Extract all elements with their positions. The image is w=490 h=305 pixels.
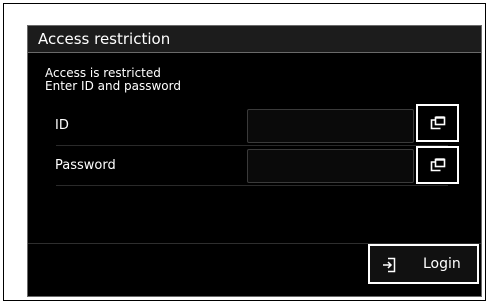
id-field[interactable]	[247, 109, 414, 143]
login-icon	[383, 257, 396, 273]
password-field[interactable]	[247, 149, 414, 183]
password-label: Password	[55, 158, 116, 173]
login-label: Login	[423, 256, 461, 272]
row-divider	[56, 145, 448, 146]
title-bar: Access restriction	[28, 26, 481, 53]
id-input-button[interactable]	[416, 104, 459, 142]
access-restriction-dialog: Access restriction Access is restricted …	[27, 25, 482, 297]
login-button[interactable]: Login	[368, 244, 479, 284]
id-label: ID	[55, 118, 69, 133]
password-input-button[interactable]	[416, 146, 459, 184]
restriction-message: Access is restricted	[45, 66, 161, 80]
row-divider	[56, 185, 448, 186]
dialog-title: Access restriction	[38, 30, 171, 48]
edit-window-icon	[430, 116, 446, 130]
edit-window-icon	[430, 158, 446, 172]
instruction-message: Enter ID and password	[45, 79, 181, 93]
